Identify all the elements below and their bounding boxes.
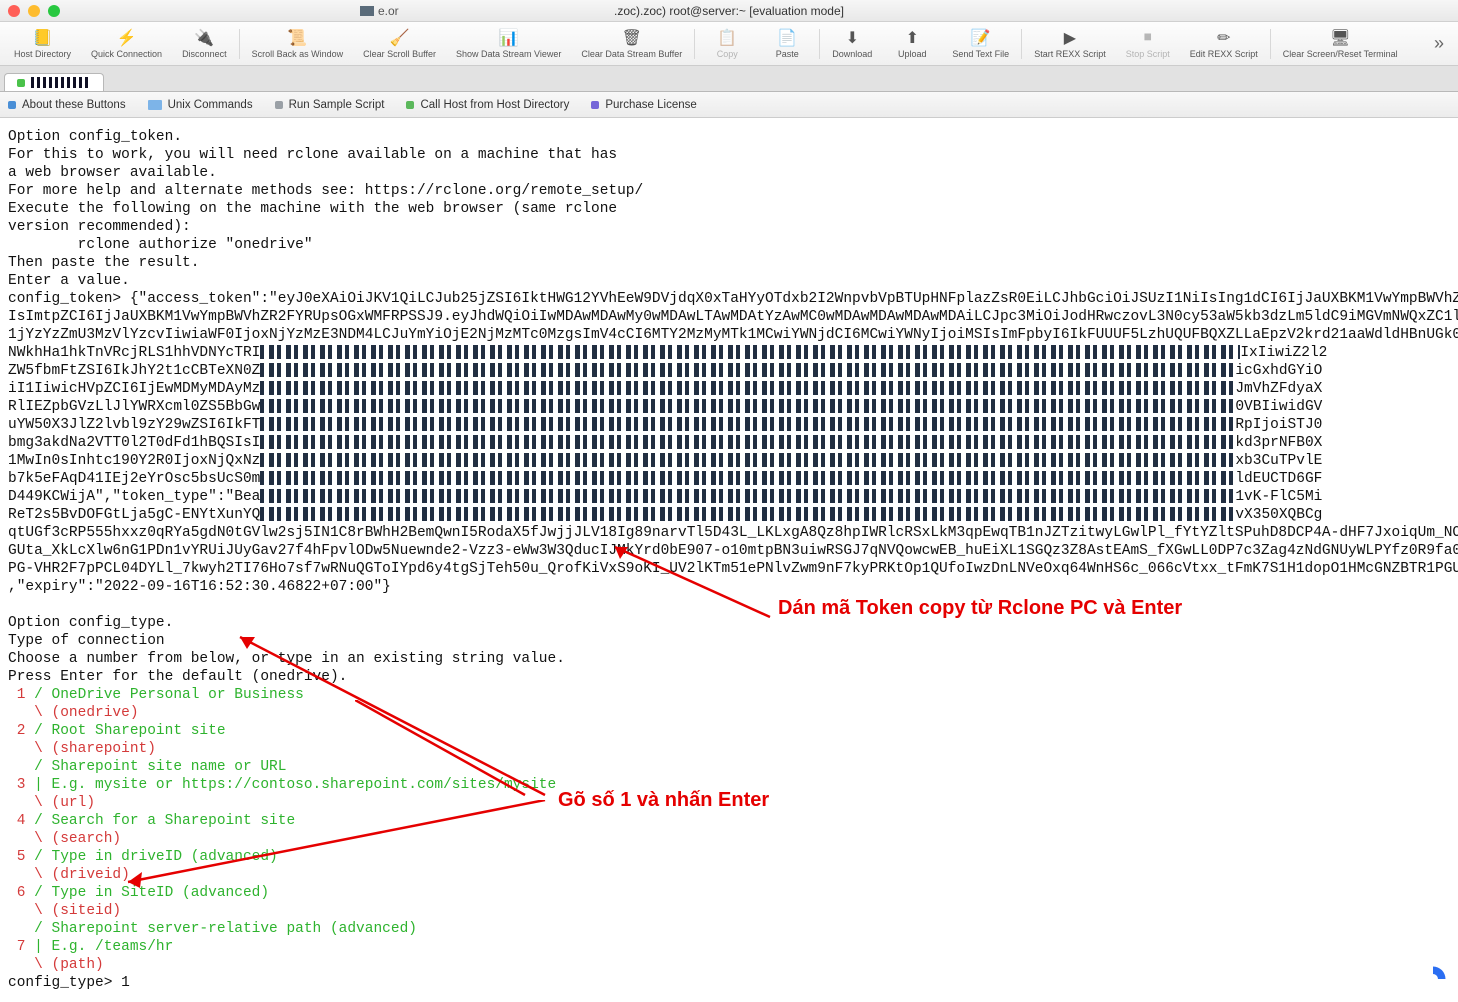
toolbar-label: Edit REXX Script: [1190, 49, 1258, 59]
toolbar-copy: 📋Copy: [697, 26, 757, 61]
tab-label: [31, 77, 91, 88]
main-toolbar: 📒Host Directory⚡Quick Connection🔌Disconn…: [0, 22, 1458, 66]
close-icon[interactable]: [8, 5, 20, 17]
toolbar-icon: ⬆: [900, 28, 924, 48]
toolbar-label: Send Text File: [952, 49, 1009, 59]
toolbar-icon: 📝: [969, 28, 993, 48]
toolbar-label: Copy: [717, 49, 738, 59]
toolbar-icon: 📜: [285, 28, 309, 48]
toolbar-icon: 🧹: [388, 28, 412, 48]
toolbar-scroll-back-as-window[interactable]: 📜Scroll Back as Window: [242, 26, 354, 61]
status-led-icon: [17, 79, 25, 87]
toolbar-label: Clear Scroll Buffer: [363, 49, 436, 59]
bullet-icon: [8, 101, 16, 109]
toolbar-overflow[interactable]: »: [1424, 33, 1454, 54]
snippet-label: Purchase License: [605, 99, 696, 111]
toolbar-clear-screen-reset-terminal[interactable]: 🖥Clear Screen/Reset Terminal: [1273, 26, 1408, 61]
toolbar-label: Clear Data Stream Buffer: [581, 49, 682, 59]
snippet-call-host-from-host-directory[interactable]: Call Host from Host Directory: [406, 99, 569, 111]
toolbar-edit-rexx-script[interactable]: ✏Edit REXX Script: [1180, 26, 1268, 61]
window-controls[interactable]: [8, 5, 60, 17]
toolbar-icon: ⬇: [840, 28, 864, 48]
toolbar-show-data-stream-viewer[interactable]: 📊Show Data Stream Viewer: [446, 26, 571, 61]
toolbar-stop-script: ⏹Stop Script: [1116, 26, 1180, 61]
bullet-icon: [591, 101, 599, 109]
toolbar-label: Upload: [898, 49, 927, 59]
toolbar-icon: ⚡: [115, 28, 139, 48]
toolbar-start-rexx-script[interactable]: ▶Start REXX Script: [1024, 26, 1116, 61]
toolbar-clear-data-stream-buffer[interactable]: 🗑Clear Data Stream Buffer: [571, 26, 692, 61]
snippet-bar: About these Buttons Unix Commands Run Samp…: [0, 92, 1458, 118]
corner-accent-icon: [1418, 964, 1448, 994]
snippet-purchase-license[interactable]: Purchase License: [591, 99, 696, 111]
toolbar-icon: 📋: [715, 28, 739, 48]
toolbar-icon: ✏: [1212, 28, 1236, 48]
snippet-label: Run Sample Script: [289, 99, 385, 111]
toolbar-icon: 📒: [31, 28, 55, 48]
toolbar-label: Host Directory: [14, 49, 71, 59]
minimize-icon[interactable]: [28, 5, 40, 17]
toolbar-disconnect[interactable]: 🔌Disconnect: [172, 26, 237, 61]
bullet-icon: [406, 101, 414, 109]
toolbar-icon: ⏹: [1136, 28, 1160, 48]
toolbar-label: Download: [832, 49, 872, 59]
toolbar-paste[interactable]: 📄Paste: [757, 26, 817, 61]
snippet-label: Call Host from Host Directory: [420, 99, 569, 111]
window-titlebar: e.or .zoc).zoc) root@server:~ [evaluatio…: [0, 0, 1458, 22]
toolbar-label: Stop Script: [1126, 49, 1170, 59]
toolbar-icon: 🗑: [620, 28, 644, 48]
toolbar-label: Quick Connection: [91, 49, 162, 59]
toolbar-icon: ▶: [1058, 28, 1082, 48]
toolbar-icon: 🔌: [192, 28, 216, 48]
toolbar-label: Disconnect: [182, 49, 227, 59]
bullet-icon: [275, 101, 283, 109]
session-tab[interactable]: [4, 73, 104, 91]
toolbar-label: Show Data Stream Viewer: [456, 49, 561, 59]
toolbar-quick-connection[interactable]: ⚡Quick Connection: [81, 26, 172, 61]
toolbar-download[interactable]: ⬇Download: [822, 26, 882, 61]
snippet-run-sample-script[interactable]: Run Sample Script: [275, 99, 385, 111]
zoom-icon[interactable]: [48, 5, 60, 17]
snippet-about-these-buttons[interactable]: About these Buttons: [8, 99, 126, 111]
tab-strip: [0, 66, 1458, 92]
snippet-label: About these Buttons: [22, 99, 126, 111]
toolbar-label: Clear Screen/Reset Terminal: [1283, 49, 1398, 59]
window-title: .zoc).zoc) root@server:~ [evaluation mod…: [614, 4, 844, 18]
title-left: e.or: [360, 4, 399, 18]
toolbar-icon: 🖥: [1328, 28, 1352, 48]
toolbar-upload[interactable]: ⬆Upload: [882, 26, 942, 61]
toolbar-clear-scroll-buffer[interactable]: 🧹Clear Scroll Buffer: [353, 26, 446, 61]
toolbar-label: Scroll Back as Window: [252, 49, 344, 59]
toolbar-label: Start REXX Script: [1034, 49, 1106, 59]
toolbar-icon: 📊: [497, 28, 521, 48]
bullet-icon: [148, 100, 162, 110]
toolbar-send-text-file[interactable]: 📝Send Text File: [942, 26, 1019, 61]
terminal[interactable]: Option config_token. For this to work, y…: [0, 118, 1458, 1002]
toolbar-icon: 📄: [775, 28, 799, 48]
snippet-unix-commands[interactable]: Unix Commands: [148, 99, 253, 111]
toolbar-host-directory[interactable]: 📒Host Directory: [4, 26, 81, 61]
document-icon: [360, 6, 374, 16]
toolbar-label: Paste: [776, 49, 799, 59]
snippet-label: Unix Commands: [168, 99, 253, 111]
